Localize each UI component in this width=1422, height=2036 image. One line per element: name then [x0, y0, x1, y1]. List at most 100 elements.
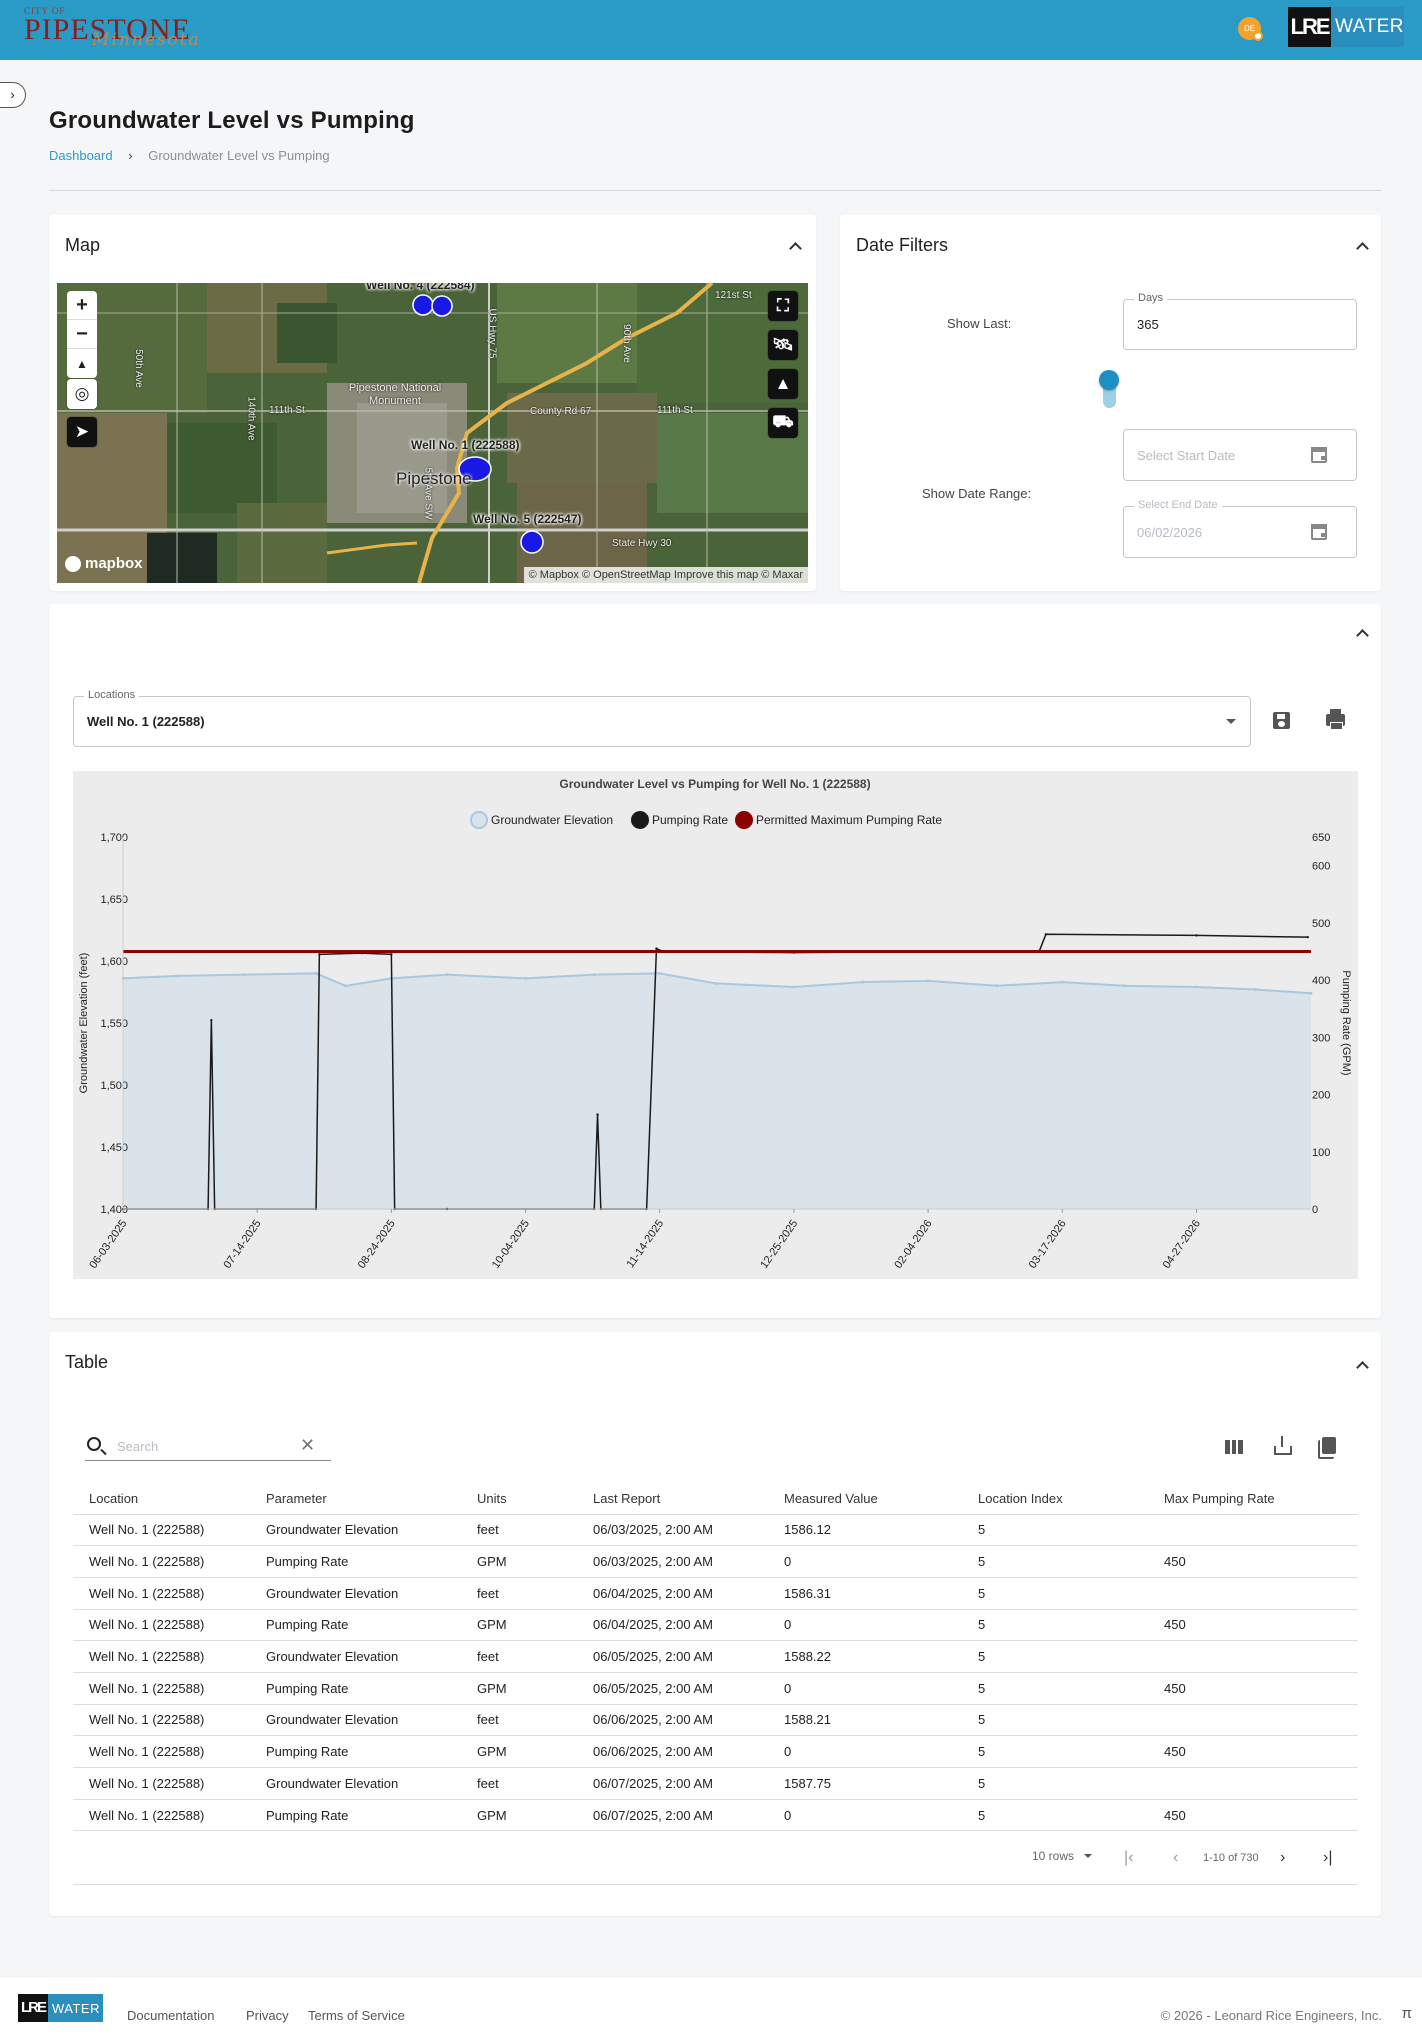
table-cell: GPM: [461, 1609, 577, 1642]
table-row[interactable]: Well No. 1 (222588) Pumping Rate GPM 06/06/…: [73, 1735, 1358, 1768]
calendar-icon[interactable]: [1311, 524, 1327, 540]
column-header[interactable]: Location Index: [962, 1484, 1148, 1515]
table-row[interactable]: Well No. 1 (222588) Groundwater Elevation…: [73, 1704, 1358, 1737]
column-header[interactable]: Location: [73, 1484, 250, 1515]
next-page-icon[interactable]: ›: [1280, 1849, 1285, 1867]
mapbox-wordmark: mapbox: [85, 555, 143, 572]
footer-privacy-link[interactable]: Privacy: [246, 2008, 289, 2023]
legend-marker: [735, 811, 753, 829]
table-row[interactable]: Well No. 1 (222588) Groundwater Elevation…: [73, 1767, 1358, 1800]
table-cell: GPM: [461, 1799, 577, 1832]
crosshair-icon: ◎: [74, 384, 90, 403]
table-row[interactable]: Well No. 1 (222588) Groundwater Elevation…: [73, 1514, 1358, 1547]
locate-button[interactable]: ◎: [67, 379, 97, 409]
well-4-marker[interactable]: [412, 293, 458, 317]
table-title: Table: [65, 1352, 109, 1372]
collapse-chart-icon[interactable]: [1355, 626, 1369, 640]
collapse-table-icon[interactable]: [1355, 1358, 1369, 1372]
well-5-marker[interactable]: [519, 529, 545, 555]
pumping-point: [210, 1018, 213, 1022]
end-date-field[interactable]: Select End Date 06/02/2026: [1123, 499, 1357, 558]
table-row[interactable]: Well No. 1 (222588) Groundwater Elevation…: [73, 1640, 1358, 1673]
chevron-right-icon: ›: [10, 87, 15, 102]
table-row[interactable]: Well No. 1 (222588) Pumping Rate GPM 06/03/…: [73, 1545, 1358, 1578]
download-icon[interactable]: [1273, 1436, 1292, 1456]
column-header[interactable]: Parameter: [250, 1484, 461, 1515]
table-search[interactable]: Search ✕: [85, 1434, 331, 1461]
car-icon: ⛟: [772, 412, 794, 431]
table-cell: Groundwater Elevation: [250, 1514, 461, 1547]
column-header[interactable]: Max Pumping Rate: [1148, 1484, 1358, 1515]
days-field-value: 365: [1137, 317, 1159, 332]
dropdown-caret-icon: [1084, 1854, 1093, 1858]
terrain-layer-button[interactable]: ▲: [768, 369, 798, 399]
zoom-in-button[interactable]: +: [67, 291, 97, 320]
table-cell: 5: [962, 1735, 1148, 1768]
lre-water-logo[interactable]: LRE WATER: [1288, 7, 1404, 47]
search-input[interactable]: Search: [117, 1439, 158, 1454]
elevation-point: [926, 979, 930, 983]
table-cell: 06/07/2025, 2:00 AM: [577, 1767, 768, 1800]
column-header[interactable]: Units: [461, 1484, 577, 1515]
table-row[interactable]: Well No. 1 (222588) Pumping Rate GPM 06/04/…: [73, 1609, 1358, 1642]
fullscreen-button[interactable]: ⛶: [768, 291, 798, 321]
table-row[interactable]: Well No. 1 (222588) Groundwater Elevation…: [73, 1577, 1358, 1610]
prev-page-icon[interactable]: ‹: [1173, 1849, 1178, 1867]
footer-logo[interactable]: LRE WATER: [18, 1994, 103, 2022]
column-header[interactable]: Measured Value: [768, 1484, 962, 1515]
date-mode-toggle-knob[interactable]: [1099, 370, 1119, 390]
lre-logo-box: LRE: [1288, 7, 1331, 47]
table-cell: Pumping Rate: [250, 1735, 461, 1768]
columns-icon[interactable]: [1225, 1440, 1244, 1454]
zoom-out-button[interactable]: −: [67, 320, 97, 349]
y2-tick-label: 400: [1312, 975, 1330, 987]
table-cell: 0: [768, 1545, 962, 1578]
pi-link[interactable]: π: [1402, 2005, 1412, 2022]
elevation-point: [861, 980, 865, 984]
mapbox-logo[interactable]: mapbox: [65, 555, 143, 572]
compass-north-button[interactable]: ▲: [67, 349, 97, 378]
traffic-layer-button[interactable]: ⛟: [768, 408, 798, 438]
map-view[interactable]: + − ▲ ◎ ➤ ⛶ 🛰 ▲ ⛟ Well No. 4 (222584) We…: [57, 283, 808, 583]
sidebar-toggle-button[interactable]: ›: [0, 82, 26, 108]
table-cell: 450: [1148, 1735, 1358, 1768]
breadcrumb-dashboard-link[interactable]: Dashboard: [49, 148, 113, 163]
footer-terms-link[interactable]: Terms of Service: [308, 2008, 405, 2023]
chevron-right-icon: ›: [128, 148, 133, 163]
column-header[interactable]: Last Report: [577, 1484, 768, 1515]
pumping-point: [1195, 934, 1198, 937]
breadcrumb: Dashboard › Groundwater Level vs Pumping: [49, 148, 330, 163]
table-row[interactable]: Well No. 1 (222588) Pumping Rate GPM 06/05/…: [73, 1672, 1358, 1705]
x-tick-label: 04-27-2026: [1161, 1218, 1203, 1271]
y-tick-label: 1,500: [100, 1080, 128, 1092]
rows-per-page-select[interactable]: 10 rows: [1032, 1849, 1093, 1863]
locations-select[interactable]: Locations Well No. 1 (222588): [73, 689, 1251, 747]
footer: LRE WATER Documentation Privacy Terms of…: [0, 1978, 1422, 2036]
legend-label: Pumping Rate: [652, 813, 728, 827]
save-icon[interactable]: [1273, 712, 1290, 729]
clear-search-icon[interactable]: ✕: [300, 1436, 315, 1454]
chart-title: Groundwater Level vs Pumping for Well No…: [559, 777, 870, 791]
table-header-row: Location Parameter Units Last Report Mea…: [73, 1484, 1358, 1515]
y2-tick-label: 650: [1312, 832, 1330, 844]
last-page-icon[interactable]: ›|: [1323, 1849, 1332, 1867]
footer-copyright: © 2026 - Leonard Rice Engineers, Inc.: [1160, 2008, 1382, 2023]
table-row[interactable]: Well No. 1 (222588) Pumping Rate GPM 06/07/…: [73, 1799, 1358, 1832]
copy-icon[interactable]: [1318, 1437, 1336, 1459]
collapse-map-icon[interactable]: [788, 239, 802, 253]
footer-documentation-link[interactable]: Documentation: [127, 2008, 214, 2023]
table-cell: 0: [768, 1672, 962, 1705]
satellite-layer-button[interactable]: 🛰: [768, 330, 798, 360]
print-icon[interactable]: [1326, 709, 1345, 730]
calendar-icon[interactable]: [1311, 447, 1327, 463]
table-cell: GPM: [461, 1545, 577, 1578]
start-date-field[interactable]: Select Start Date: [1123, 429, 1357, 481]
rows-per-page-value: 10 rows: [1032, 1849, 1075, 1863]
table-cell: 5: [962, 1704, 1148, 1737]
collapse-date-filters-icon[interactable]: [1355, 239, 1369, 253]
first-page-icon[interactable]: |‹: [1124, 1849, 1133, 1867]
map-attribution[interactable]: © Mapbox © OpenStreetMap Improve this ma…: [523, 567, 808, 583]
compass-button[interactable]: ➤: [67, 417, 97, 447]
legend-marker: [470, 811, 488, 829]
days-field[interactable]: Days 365: [1123, 292, 1357, 350]
